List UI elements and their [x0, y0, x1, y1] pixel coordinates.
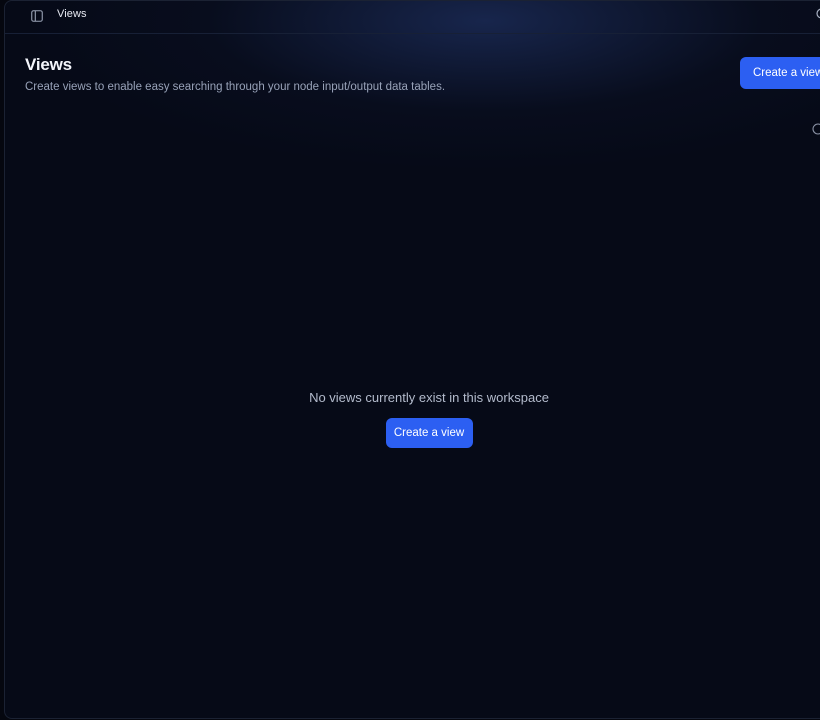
breadcrumb: Views [57, 8, 87, 20]
search-icon[interactable] [815, 7, 820, 23]
app-window: Views Views Create views to enable easy … [4, 0, 820, 719]
page-title: Views [25, 55, 72, 74]
refresh-icon[interactable] [811, 122, 820, 136]
sidebar-toggle-icon[interactable] [27, 6, 47, 26]
empty-state-create-view-button[interactable]: Create a view [385, 418, 473, 448]
top-bar: Views [5, 1, 820, 34]
page-header: Views Create views to enable easy search… [25, 55, 445, 93]
empty-state-message: No views currently exist in this workspa… [309, 390, 549, 405]
empty-state: No views currently exist in this workspa… [5, 390, 820, 448]
create-view-button[interactable]: Create a view [740, 57, 820, 89]
page-subtitle: Create views to enable easy searching th… [25, 81, 446, 93]
